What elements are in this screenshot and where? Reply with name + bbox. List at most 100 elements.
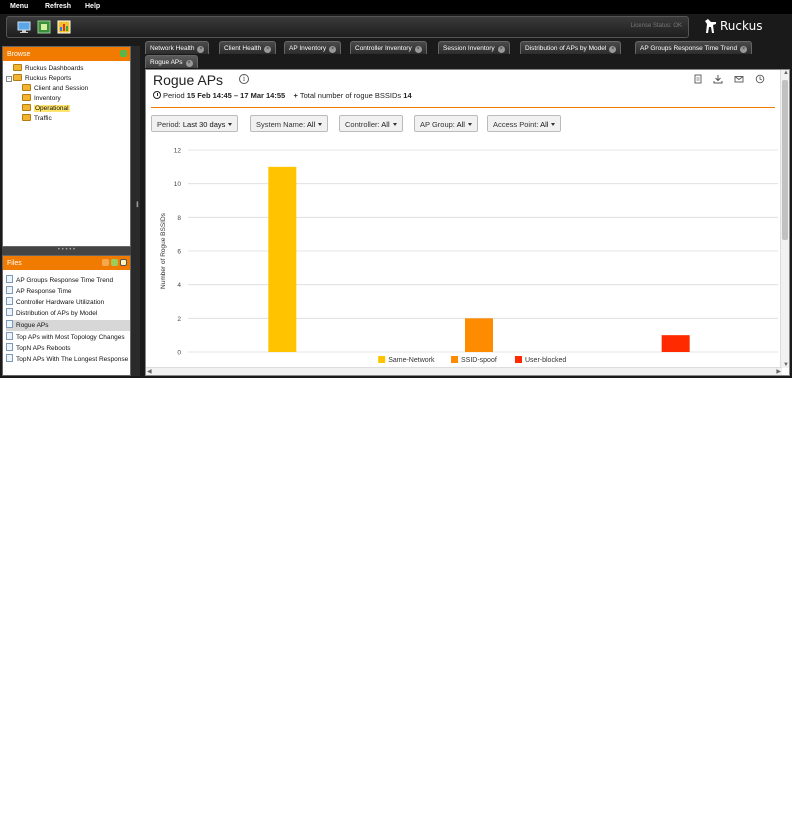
period-label: Period: [163, 91, 185, 100]
report-icon[interactable]: [37, 20, 51, 34]
brand-name: Ruckus: [720, 19, 763, 33]
horizontal-splitter[interactable]: • • • • •: [2, 247, 131, 255]
vertical-scrollbar[interactable]: ▲ ▼: [780, 70, 789, 368]
tab-rogue-aps[interactable]: Rogue APs ×: [145, 55, 198, 68]
file-item-ap-groups-response-time-trend[interactable]: AP Groups Response Time Trend: [6, 275, 130, 286]
filter-label: AP Group:: [420, 120, 455, 129]
tree-item-operational[interactable]: Operational: [22, 104, 70, 114]
tab-label: AP Groups Response Time Trend: [640, 45, 738, 52]
close-tab-icon[interactable]: ×: [185, 60, 193, 67]
bar-user-blocked: [661, 335, 690, 352]
scroll-down-arrow-icon[interactable]: ▼: [783, 362, 789, 368]
file-item-top-aps-topology-changes[interactable]: Top APs with Most Topology Changes: [6, 332, 130, 343]
edit-icon[interactable]: [111, 259, 118, 266]
download-icon[interactable]: [713, 74, 723, 84]
y-tick-label: 6: [177, 249, 181, 256]
legend-swatch: [378, 356, 386, 363]
close-tab-icon[interactable]: ×: [414, 46, 422, 53]
filter-value: All: [540, 120, 549, 129]
y-tick-label: 8: [177, 215, 181, 222]
document-icon: [6, 354, 13, 362]
document-icon: [6, 286, 13, 294]
file-item-topn-aps-longest-response[interactable]: TopN APs With The Longest Response: [6, 354, 130, 365]
scroll-left-arrow-icon[interactable]: ◀: [147, 368, 152, 375]
close-tab-icon[interactable]: ×: [197, 46, 205, 53]
filter-value: Last 30 days: [182, 120, 226, 129]
file-item-label: TopN APs With The Longest Response: [16, 356, 129, 363]
filter-value: All: [306, 120, 316, 129]
bar-ssid-spoof: [465, 318, 493, 352]
list-view-icon[interactable]: [120, 259, 127, 266]
sort-icon[interactable]: [102, 259, 109, 266]
file-item-topn-aps-reboots[interactable]: TopN APs Reboots: [6, 343, 130, 354]
file-item-ap-response-time[interactable]: AP Response Time: [6, 286, 130, 297]
file-item-rogue-aps[interactable]: Rogue APs: [6, 320, 130, 331]
monitor-icon[interactable]: [17, 20, 31, 34]
file-item-controller-hardware-utilization[interactable]: Controller Hardware Utilization: [6, 297, 130, 308]
y-axis-label: Number of Rogue BSSIDs: [160, 212, 167, 289]
legend-label: SSID-spoof: [461, 357, 497, 364]
menu-item-refresh[interactable]: Refresh: [45, 3, 71, 10]
scroll-right-arrow-icon[interactable]: ▶: [776, 368, 781, 375]
tree-item-label: Ruckus Dashboards: [25, 65, 84, 72]
folder-icon: [13, 64, 22, 71]
menu-item-help[interactable]: Help: [85, 3, 100, 10]
tab-ap-groups-response-time-trend[interactable]: AP Groups Response Time Trend ×: [635, 41, 753, 54]
controller-filter[interactable]: Controller: All: [339, 115, 403, 132]
scrollbar-thumb[interactable]: [782, 80, 788, 240]
folder-icon: [13, 74, 22, 81]
total-rogue-label: Total number of rogue BSSIDs: [299, 91, 402, 100]
access-point-filter[interactable]: Access Point: All: [487, 115, 562, 132]
horizontal-scrollbar[interactable]: ◀ ▶: [146, 367, 782, 375]
tab-session-inventory[interactable]: Session Inventory ×: [438, 41, 510, 54]
dashboard-icon[interactable]: [57, 20, 71, 34]
close-tab-icon[interactable]: ×: [329, 46, 337, 53]
ap-group-filter[interactable]: AP Group: All: [414, 115, 478, 132]
file-item-label: AP Groups Response Time Trend: [16, 277, 114, 284]
tab-network-health[interactable]: Network Health ×: [145, 41, 210, 54]
schedule-clock-icon[interactable]: [755, 74, 765, 84]
filter-label: Period:: [157, 120, 181, 129]
tree-item-label: Traffic: [34, 115, 52, 122]
ruckus-logo: Ruckus: [704, 16, 776, 38]
tree-item-traffic[interactable]: Traffic: [22, 114, 52, 124]
close-tab-icon[interactable]: ×: [609, 46, 617, 53]
legend-swatch: [515, 356, 522, 363]
refresh-icon[interactable]: [120, 50, 127, 57]
header-toolbar: License Status: OK: [6, 16, 689, 38]
file-item-label: Controller Hardware Utilization: [16, 299, 105, 306]
period-filter[interactable]: Period: Last 30 days: [151, 115, 239, 132]
tab-label: Network Health: [150, 45, 195, 52]
close-tab-icon[interactable]: ×: [264, 46, 272, 53]
tree-item-ruckus-dashboards[interactable]: Ruckus Dashboards: [6, 64, 84, 74]
document-icon[interactable]: [693, 74, 703, 84]
info-icon[interactable]: i: [239, 74, 249, 84]
report-tabs: Network Health × Client Health × AP Invent…: [145, 41, 785, 69]
tab-ap-inventory[interactable]: AP Inventory ×: [284, 41, 342, 54]
email-icon[interactable]: [734, 74, 744, 84]
page-title: Rogue APs: [153, 72, 224, 88]
close-tab-icon[interactable]: ×: [497, 46, 505, 53]
close-tab-icon[interactable]: ×: [740, 46, 748, 53]
y-tick-label: 10: [174, 181, 182, 188]
file-item-distribution-of-aps-by-model[interactable]: Distribution of APs by Model: [6, 308, 130, 319]
y-tick-label: 12: [174, 148, 182, 155]
scroll-up-arrow-icon[interactable]: ▲: [783, 70, 789, 76]
tab-client-health[interactable]: Client Health ×: [219, 41, 277, 54]
legend-swatch: [451, 356, 458, 363]
tab-controller-inventory[interactable]: Controller Inventory ×: [350, 41, 427, 54]
tab-label: Session Inventory: [443, 45, 495, 52]
document-icon: [6, 320, 13, 328]
tree-item-client-and-session[interactable]: Client and Session: [22, 84, 88, 94]
collapse-toggle-icon[interactable]: -: [6, 76, 12, 82]
menu-item-menu[interactable]: Menu: [10, 3, 28, 10]
rogue-ap-bar-chart: 0 2 4 6 8 10 12 Number of Rogue BSSIDs Same-Netw…: [160, 148, 778, 364]
vertical-splitter[interactable]: •••••: [131, 46, 140, 376]
tree-item-label: Client and Session: [34, 85, 89, 92]
tree-item-ruckus-reports[interactable]: - Ruckus Reports: [6, 74, 71, 84]
chevron-down-icon: [228, 123, 233, 126]
system-name-filter[interactable]: System Name: All: [250, 115, 329, 132]
tab-distribution-of-aps-by-model[interactable]: Distribution of APs by Model ×: [520, 41, 622, 54]
tree-item-inventory[interactable]: Inventory: [22, 94, 61, 104]
legend-label: Same-Network: [388, 357, 435, 364]
